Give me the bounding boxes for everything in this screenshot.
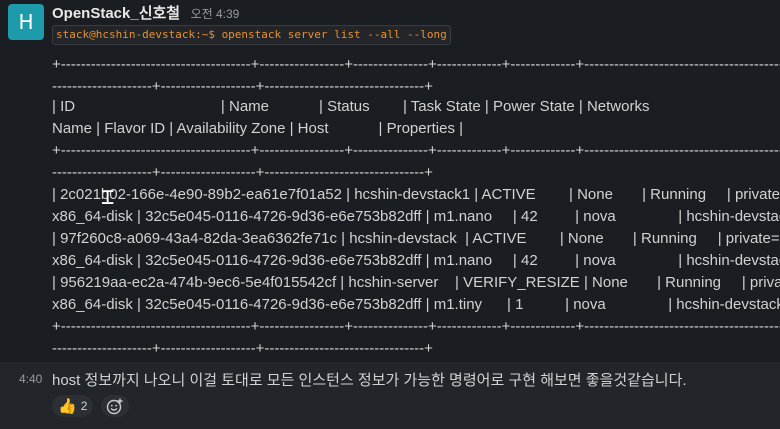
output-line: --------------------+-------------------…: [52, 340, 433, 357]
message-text: host 정보까지 나오니 이걸 토대로 모든 인스턴스 정보가 가능한 명령어…: [52, 372, 687, 389]
output-line: x86_64-disk | 32c5e045-0116-4726-9d36-e6…: [52, 208, 780, 225]
output-line: | 956219aa-ec2a-474b-9ec6-5e4f015542cf |…: [52, 274, 780, 291]
message-reply: 4:40 host 정보까지 나오니 이걸 토대로 모든 인스턴스 정보가 가능…: [0, 362, 780, 429]
output-line: x86_64-disk | 32c5e045-0116-4726-9d36-e6…: [52, 252, 780, 269]
add-emoji-icon: [107, 398, 123, 415]
output-line: | 2c021b02-166e-4e90-89b2-ea61e7f01a52 |…: [52, 186, 780, 203]
output-line: --------------------+-------------------…: [52, 164, 433, 181]
output-line: --------------------+-------------------…: [52, 78, 433, 95]
message-header: OpenStack_신호철 오전 4:39: [52, 2, 239, 23]
reaction-count: 2: [80, 399, 88, 413]
output-line: +--------------------------------------+…: [52, 142, 780, 159]
output-line: Name | Flavor ID | Availability Zone | H…: [52, 120, 464, 137]
reactions-bar: 👍 2: [52, 395, 130, 417]
output-line: | 97f260c8-a069-43a4-82da-3ea6362fe71c |…: [52, 230, 780, 247]
thumbs-up-icon: 👍: [58, 398, 77, 415]
timestamp[interactable]: 4:40: [19, 372, 42, 386]
command-code: stack@hcshin-devstack:~$ openstack serve…: [52, 25, 451, 45]
message-openstack: H OpenStack_신호철 오전 4:39 stack@hcshin-dev…: [0, 0, 780, 362]
timestamp[interactable]: 오전 4:39: [191, 7, 240, 21]
text-cursor-icon: ⌶: [101, 185, 115, 210]
add-reaction-button[interactable]: [101, 395, 130, 417]
avatar[interactable]: H: [8, 4, 44, 40]
output-line: | ID | Name | Status | Task State | Powe…: [52, 98, 650, 115]
output-line: +--------------------------------------+…: [52, 56, 780, 73]
output-line: x86_64-disk | 32c5e045-0116-4726-9d36-e6…: [52, 296, 780, 313]
reaction-thumbs-up[interactable]: 👍 2: [52, 395, 94, 417]
author-name[interactable]: OpenStack_신호철: [52, 5, 180, 22]
output-line: +--------------------------------------+…: [52, 318, 780, 335]
